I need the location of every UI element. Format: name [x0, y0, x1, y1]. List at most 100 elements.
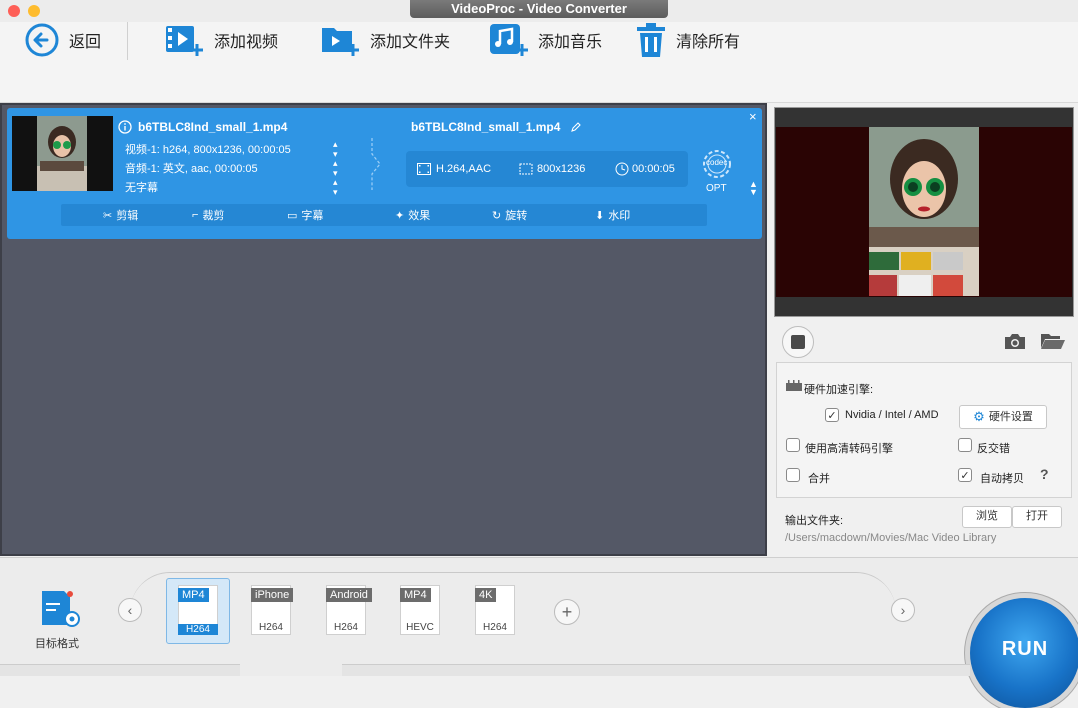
edit-rotate-button[interactable]: ↻ 旋转	[492, 205, 527, 225]
nvidia-checkbox[interactable]: ✓	[825, 408, 839, 422]
info-icon[interactable]	[118, 120, 132, 134]
format-bottom-label: H264	[483, 622, 507, 633]
deinterlace-label: 反交错	[977, 443, 1010, 455]
plus-icon: +	[561, 601, 573, 622]
format-top-label: MP4	[400, 588, 431, 602]
nvidia-label: Nvidia / Intel / AMD	[845, 409, 939, 421]
format-bottom-label: H264	[178, 624, 218, 635]
codec-value: H.264,AAC	[436, 163, 492, 175]
edit-rotate-label: 旋转	[505, 210, 528, 222]
edit-watermark-button[interactable]: ⬇ 水印	[595, 205, 630, 225]
add-folder-button[interactable]: 添加文件夹	[320, 10, 450, 70]
edit-effect-label: 效果	[408, 210, 431, 222]
codec-badge-text: codec	[706, 158, 728, 167]
format-top-label: MP4	[178, 588, 209, 602]
open-button[interactable]: 打开	[1012, 506, 1062, 528]
format-category-tabs-right[interactable]	[342, 664, 970, 676]
carousel-prev-button[interactable]: ‹	[118, 598, 142, 622]
back-arrow-icon	[25, 23, 59, 57]
clear-all-label: 清除所有	[676, 34, 741, 51]
edit-cut-label: 剪辑	[116, 210, 139, 222]
back-button[interactable]: 返回	[25, 10, 101, 70]
add-video-button[interactable]: 添加视频	[164, 10, 278, 70]
gear-icon: ⚙	[973, 409, 985, 424]
format-top-label: iPhone	[251, 588, 294, 602]
autocopy-label: 自动拷贝	[980, 473, 1024, 485]
browse-button[interactable]: 浏览	[962, 506, 1012, 528]
remove-item-close-icon[interactable]: ×	[749, 109, 757, 124]
subtitle-info: 无字幕	[125, 182, 158, 194]
back-label: 返回	[69, 34, 102, 51]
output-file-name: b6TBLC8Ind_small_1.mp4	[411, 120, 561, 134]
deinterlace-checkbox[interactable]	[958, 438, 972, 452]
edit-effect-button[interactable]: ✦ 效果	[395, 205, 430, 225]
subtitle-icon: ▭	[287, 209, 298, 222]
video-track-dropdown-icon[interactable]: ▴ ▾	[333, 139, 338, 159]
checkmark-icon: ✓	[960, 469, 970, 482]
add-folder-icon	[322, 28, 359, 56]
target-format-icon	[42, 591, 80, 627]
chevron-right-icon: ›	[900, 602, 906, 618]
hw-accel-title: 硬件加速引擎:	[804, 384, 874, 396]
output-path: /Users/macdown/Movies/Mac Video Library	[785, 532, 997, 544]
crop-icon: ⌐	[192, 209, 199, 221]
resolution-icon	[519, 163, 533, 175]
add-music-button[interactable]: 添加音乐	[488, 10, 602, 70]
edit-crop-button[interactable]: ⌐ 裁剪	[192, 205, 224, 225]
add-format-button[interactable]: +	[554, 599, 580, 625]
open-folder-icon[interactable]	[1040, 332, 1066, 350]
format-bottom-label: H264	[259, 622, 283, 633]
preview-image	[869, 127, 979, 296]
format-mp4-hevc[interactable]: MP4 HEVC	[400, 585, 440, 637]
chip-icon	[786, 380, 802, 391]
format-mp4-h264[interactable]: MP4 H264	[178, 585, 218, 637]
edit-crop-label: 裁剪	[202, 210, 225, 222]
stop-button[interactable]	[782, 326, 814, 358]
codec-options-button[interactable]: codec	[698, 145, 736, 183]
format-category-tabs[interactable]	[0, 664, 240, 676]
video-track-info: 视频-1: h264, 800x1236, 00:00:05	[125, 144, 291, 156]
subtitle-dropdown-icon[interactable]: ▴ ▾	[333, 177, 338, 197]
output-folder-label: 输出文件夹:	[785, 515, 844, 527]
hw-settings-button[interactable]: ⚙ 硬件设置	[959, 405, 1047, 429]
video-thumbnail[interactable]	[12, 116, 113, 191]
film-icon	[417, 163, 431, 175]
trash-icon	[637, 23, 665, 57]
autocopy-checkbox[interactable]: ✓	[958, 468, 972, 482]
hq-engine-checkbox[interactable]	[786, 438, 800, 452]
opt-label: OPT	[706, 183, 727, 194]
convert-arrow-icon	[371, 138, 381, 190]
clock-icon	[615, 162, 629, 176]
scissors-icon: ✂	[103, 209, 113, 222]
add-video-icon	[166, 26, 203, 56]
audio-track-dropdown-icon[interactable]: ▴ ▾	[333, 158, 338, 178]
chevron-left-icon: ‹	[127, 602, 133, 618]
clear-all-button[interactable]: 清除所有	[636, 10, 740, 70]
edit-subtitle-button[interactable]: ▭ 字幕	[287, 205, 323, 225]
toolbar-divider	[127, 22, 128, 60]
close-window-button[interactable]	[8, 5, 20, 17]
add-video-label: 添加视频	[214, 34, 279, 51]
target-format-label: 目标格式	[35, 638, 79, 650]
magic-wand-icon: ✦	[395, 209, 405, 222]
format-top-label: 4K	[475, 588, 497, 602]
edit-cut-button[interactable]: ✂ 剪辑	[103, 205, 138, 225]
stop-icon	[791, 335, 805, 349]
format-4k-h264[interactable]: 4K H264	[475, 585, 515, 637]
carousel-next-button[interactable]: ›	[891, 598, 915, 622]
format-android-h264[interactable]: Android H264	[326, 585, 372, 637]
run-label: RUN	[1001, 638, 1049, 660]
format-iphone-h264[interactable]: iPhone H264	[251, 585, 294, 637]
edit-subtitle-label: 字幕	[301, 210, 324, 222]
edit-watermark-label: 水印	[608, 210, 631, 222]
add-music-label: 添加音乐	[538, 34, 603, 51]
rotate-icon: ↻	[492, 209, 502, 222]
add-music-icon	[490, 24, 528, 56]
snapshot-camera-icon[interactable]	[1003, 333, 1027, 350]
rename-pencil-icon[interactable]	[570, 121, 582, 133]
format-bottom-label: H264	[334, 622, 358, 633]
reorder-arrows-icon[interactable]: ▲ ▼	[749, 180, 758, 197]
help-icon[interactable]: ?	[1040, 466, 1049, 482]
merge-checkbox[interactable]	[786, 468, 800, 482]
hw-settings-label: 硬件设置	[988, 411, 1033, 423]
